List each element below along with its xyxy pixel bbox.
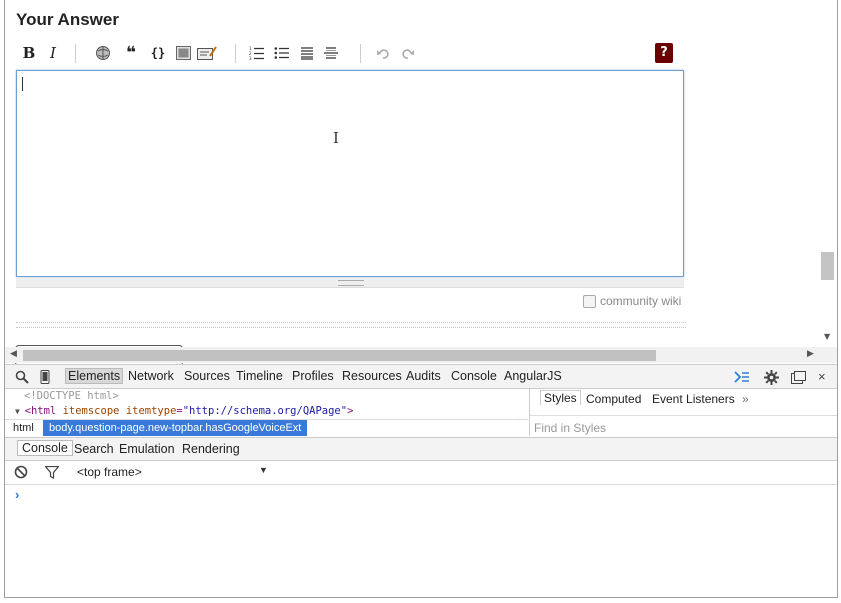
filter-icon[interactable] — [44, 464, 60, 480]
mouse-ibeam-cursor: I — [333, 129, 339, 147]
heading-button[interactable] — [297, 43, 317, 63]
horizontal-scrollbar-thumb[interactable] — [23, 350, 656, 361]
bold-button[interactable]: B — [19, 43, 39, 63]
tab-event-listeners[interactable]: Event Listeners — [652, 392, 735, 406]
textarea-resize-grip[interactable] — [16, 278, 684, 288]
undo-button[interactable] — [373, 43, 393, 63]
show-console-icon[interactable] — [734, 369, 750, 385]
image-button[interactable] — [173, 43, 193, 63]
snippet-button[interactable] — [197, 43, 217, 63]
preview-divider — [16, 322, 686, 323]
settings-gear-icon[interactable] — [763, 369, 779, 385]
clear-console-icon[interactable] — [13, 464, 29, 480]
drawer-tab-emulation[interactable]: Emulation — [119, 442, 175, 456]
tab-resources[interactable]: Resources — [342, 369, 402, 383]
more-tabs-chevron[interactable]: » — [742, 392, 749, 406]
drawer-tabbar: Console Search Emulation Rendering — [5, 437, 837, 461]
text-caret — [22, 77, 23, 91]
page-viewport: Your Answer B I ❝ {} 123 ? I community w… — [5, 0, 837, 364]
preview-divider — [16, 327, 686, 328]
tab-network[interactable]: Network — [128, 369, 174, 383]
tab-profiles[interactable]: Profiles — [292, 369, 334, 383]
code-button[interactable]: {} — [148, 43, 168, 63]
toolbar-separator — [235, 44, 236, 63]
italic-button[interactable]: I — [43, 43, 63, 63]
tab-timeline[interactable]: Timeline — [236, 369, 283, 383]
heading-icon — [301, 47, 313, 60]
horizontal-rule-button[interactable] — [321, 43, 341, 63]
image-icon — [175, 46, 191, 60]
devtools-panel: Elements Network Sources Timeline Profil… — [5, 364, 837, 597]
toolbar-separator — [75, 44, 76, 63]
breadcrumb: html body.question-page.new-topbar.hasGo… — [5, 419, 528, 437]
editor-toolbar: B I ❝ {} 123 ? — [15, 42, 675, 64]
doctype-node[interactable]: <!DOCTYPE html> — [24, 390, 119, 402]
browser-frame: Your Answer B I ❝ {} 123 ? I community w… — [4, 0, 838, 598]
tab-angularjs[interactable]: AngularJS — [504, 369, 562, 383]
globe-icon — [96, 46, 110, 60]
snippet-icon — [197, 46, 217, 60]
tab-elements[interactable]: Elements — [65, 368, 124, 384]
frame-select[interactable]: <top frame> — [77, 465, 142, 479]
undo-icon — [376, 48, 389, 59]
inspect-element-icon[interactable] — [14, 369, 30, 385]
undock-icon[interactable] — [790, 369, 806, 385]
bulleted-list-button[interactable] — [272, 43, 292, 63]
numbered-list-icon: 123 — [249, 46, 264, 60]
html-node[interactable]: ▼ <html itemscope itemtype="http://schem… — [15, 405, 353, 417]
community-wiki-option[interactable]: community wiki — [583, 294, 681, 308]
tab-sources[interactable]: Sources — [184, 369, 230, 383]
scroll-right-arrow-icon[interactable]: ▶ — [807, 349, 814, 359]
elements-tree: <!DOCTYPE html> ▼ <html itemscope itemty… — [5, 388, 528, 418]
tab-styles[interactable]: Styles — [540, 390, 581, 405]
expand-triangle-icon[interactable]: ▼ — [15, 407, 25, 416]
drawer-tab-console[interactable]: Console — [17, 440, 73, 456]
frame-select-arrow-icon[interactable]: ▼ — [259, 465, 268, 475]
quote-button[interactable]: ❝ — [121, 43, 141, 63]
tab-audits[interactable]: Audits — [406, 369, 441, 383]
drawer-tab-rendering[interactable]: Rendering — [182, 442, 240, 456]
bulleted-list-icon — [274, 47, 289, 59]
scroll-down-arrow-icon[interactable]: ▼ — [824, 332, 830, 341]
answer-heading: Your Answer — [16, 10, 119, 29]
community-wiki-checkbox[interactable] — [583, 294, 596, 308]
elements-scroll-arrows-icon[interactable]: ▲▼ — [516, 415, 521, 418]
devtools-tabbar: Elements Network Sources Timeline Profil… — [5, 364, 837, 389]
link-button[interactable] — [93, 43, 113, 63]
styles-sidebar: Styles Computed Event Listeners » Find i… — [529, 388, 837, 436]
numbered-list-button[interactable]: 123 — [247, 43, 267, 63]
drawer-tab-search[interactable]: Search — [74, 442, 114, 456]
help-button[interactable]: ? — [655, 43, 673, 63]
tab-computed[interactable]: Computed — [586, 392, 641, 406]
device-mode-icon[interactable] — [37, 369, 53, 385]
svg-text:3: 3 — [249, 56, 252, 60]
community-wiki-label: community wiki — [600, 294, 682, 308]
console-toolbar: <top frame> ▼ — [5, 460, 837, 485]
close-devtools-icon[interactable]: × — [818, 369, 826, 384]
redo-icon — [401, 48, 414, 59]
breadcrumb-html[interactable]: html — [13, 422, 34, 434]
console-prompt[interactable]: › — [15, 487, 19, 502]
find-in-styles-input[interactable]: Find in Styles — [534, 421, 606, 435]
redo-button[interactable] — [397, 43, 417, 63]
answer-textarea[interactable]: I — [16, 70, 684, 277]
tab-console[interactable]: Console — [451, 369, 497, 383]
toolbar-separator — [360, 44, 361, 63]
horizontal-rule-icon — [324, 47, 338, 59]
styles-divider — [530, 415, 837, 416]
horizontal-scrollbar[interactable]: ◀ ▶ — [5, 347, 837, 363]
vertical-scrollbar-thumb[interactable] — [821, 252, 834, 280]
breadcrumb-body[interactable]: body.question-page.new-topbar.hasGoogleV… — [43, 420, 308, 436]
scroll-left-arrow-icon[interactable]: ◀ — [10, 349, 17, 359]
